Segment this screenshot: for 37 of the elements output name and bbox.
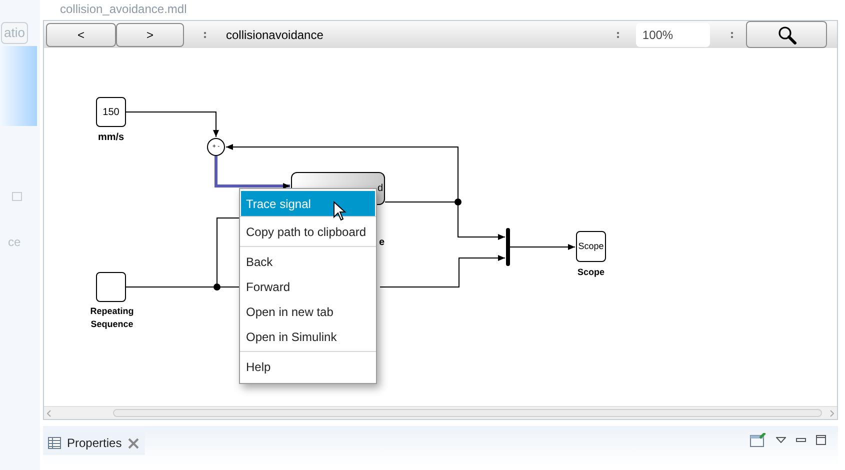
block-label: Scope (576, 266, 606, 279)
back-button[interactable]: < (46, 22, 116, 46)
branch-point (454, 198, 462, 206)
tab-title: Properties (67, 435, 122, 452)
signal-line (510, 244, 576, 250)
block-label: mm/s (96, 131, 126, 145)
zoom-field[interactable]: 100% (636, 22, 710, 46)
branch-point (214, 284, 220, 290)
scope-block: Scope (576, 231, 606, 262)
menu-item[interactable]: Back (241, 249, 375, 274)
search-icon (776, 24, 797, 44)
close-icon[interactable] (128, 438, 139, 448)
menu-item[interactable]: Open in Simulink (241, 324, 375, 349)
constant-block: 150 (96, 97, 126, 127)
block-label: Repeating Sequence (89, 305, 135, 331)
properties-tab[interactable]: Properties (43, 431, 145, 455)
mux-block (506, 228, 510, 266)
cursor-icon (333, 201, 347, 221)
forward-button[interactable]: > (116, 22, 184, 46)
scroll-left-icon[interactable] (47, 410, 51, 416)
pin-window-icon[interactable] (750, 433, 766, 447)
scrollbar-thumb[interactable] (113, 409, 822, 417)
minimize-icon[interactable] (796, 438, 806, 442)
horizontal-scrollbar[interactable] (44, 406, 837, 419)
menu-item[interactable]: Open in new tab (241, 299, 375, 324)
search-button[interactable] (746, 21, 828, 48)
scroll-right-icon[interactable] (830, 410, 834, 416)
maximize-icon[interactable] (816, 435, 826, 445)
menu-item[interactable]: Copy path to clipboard (241, 219, 375, 244)
table-icon (48, 437, 61, 449)
menu-item[interactable]: Forward (241, 274, 375, 299)
block-label: e (379, 236, 385, 250)
dropdown-icon[interactable] (776, 437, 786, 443)
source-block (96, 272, 126, 302)
panel-text: ce (8, 234, 21, 250)
diagram-title: collisionavoidance (226, 26, 324, 44)
menu-item[interactable]: Help (241, 354, 375, 379)
